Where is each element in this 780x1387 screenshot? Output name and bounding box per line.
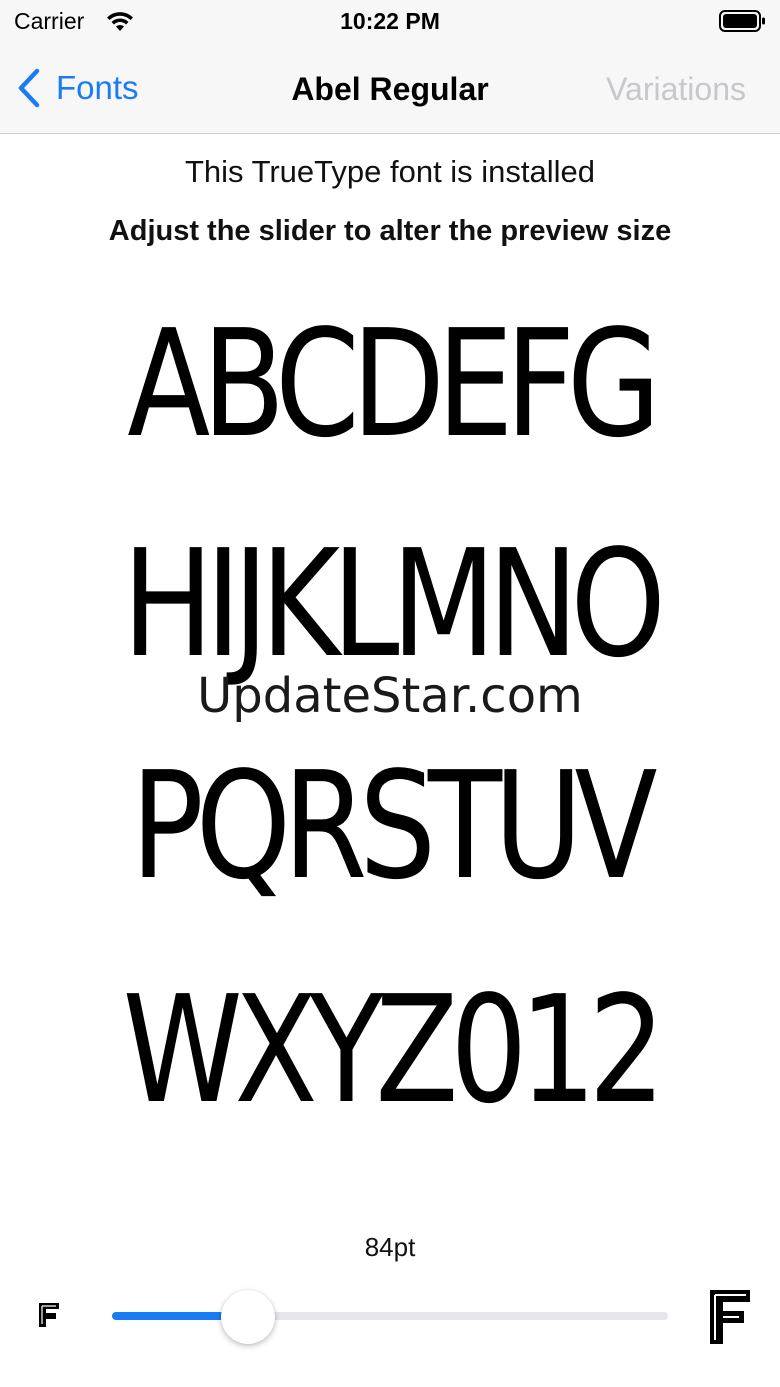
chevron-left-icon: [18, 68, 40, 108]
size-slider[interactable]: [112, 1290, 668, 1344]
variations-button[interactable]: Variations: [606, 71, 746, 108]
clock: 10:22 PM: [340, 8, 440, 34]
size-value-label: 84pt: [364, 1232, 416, 1262]
preview-line: WXYZ012: [122, 964, 666, 1136]
installed-status-text: This TrueType font is installed: [184, 154, 596, 189]
status-bar: Carrier 10:22 PM: [0, 0, 780, 44]
battery-full-icon: [719, 10, 765, 32]
navigation-bar: Fonts Abel Regular Variations: [0, 44, 780, 134]
font-small-icon: [39, 1303, 59, 1327]
preview-line: PQRSTUV: [130, 740, 658, 912]
instructions-text: Adjust the slider to alter the preview s…: [108, 215, 672, 247]
font-preview: ABCDEFG HIJKLMNO PQRSTUV WXYZ012: [0, 290, 780, 1190]
preview-line: HIJKLMNO: [122, 518, 666, 690]
back-button-label: Fonts: [56, 69, 139, 106]
slider-thumb[interactable]: [221, 1290, 276, 1344]
back-button[interactable]: Fonts: [16, 66, 139, 110]
font-large-icon: [710, 1290, 750, 1344]
preview-line: ABCDEFG: [127, 298, 661, 470]
